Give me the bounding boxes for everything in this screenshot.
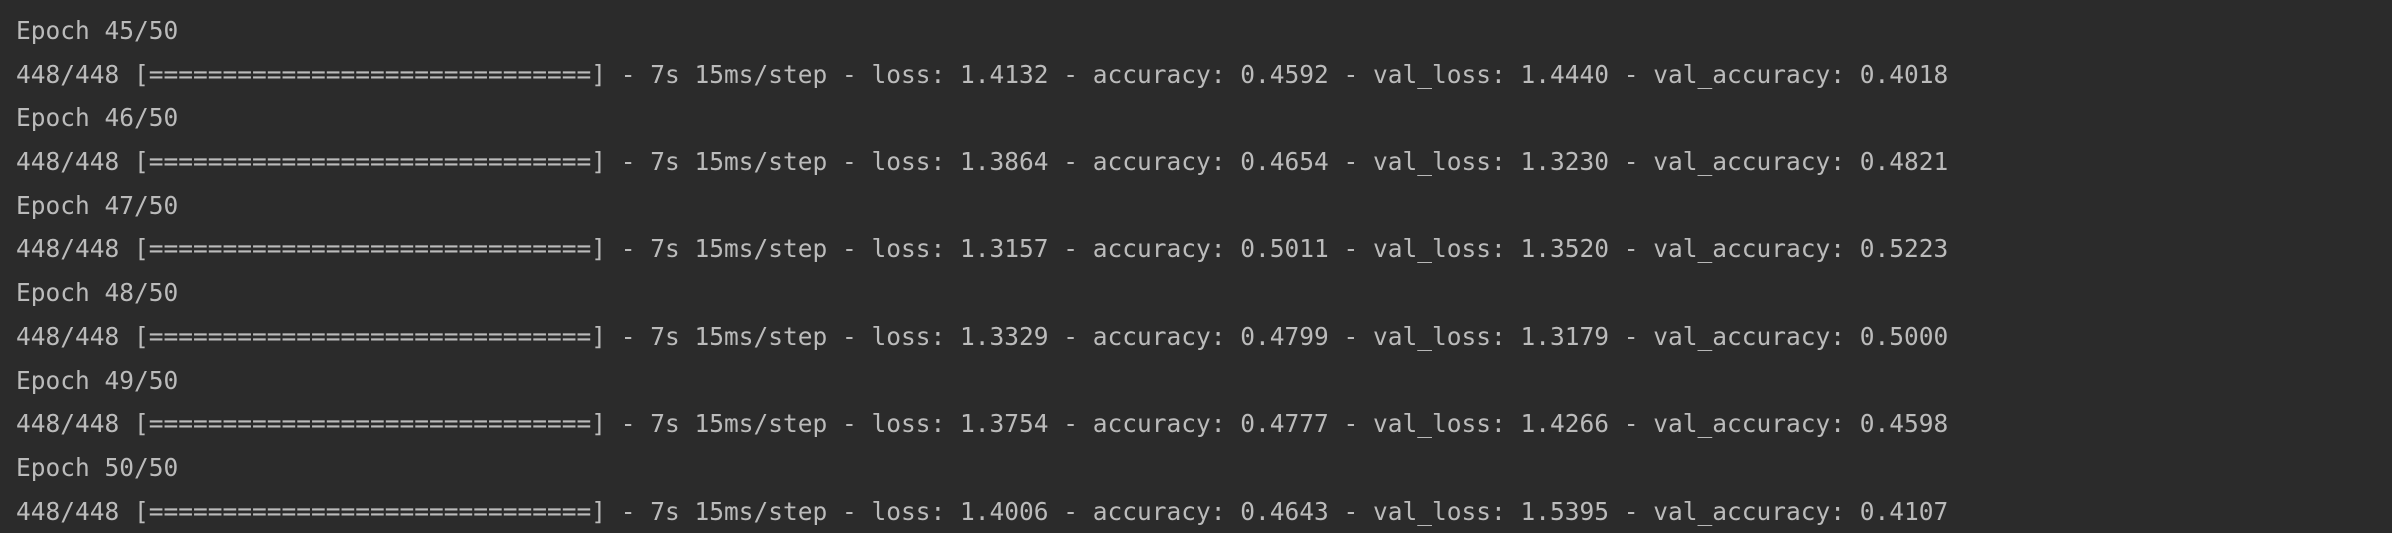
- training-progress-line: 448/448 [==============================]…: [16, 496, 1949, 526]
- epoch-header: Epoch 49/50: [16, 365, 179, 395]
- training-progress-line: 448/448 [==============================]…: [16, 147, 1949, 177]
- console-output[interactable]: Epoch 45/50 448/448 [===================…: [0, 0, 2392, 530]
- epoch-header: Epoch 45/50: [16, 16, 179, 45]
- training-progress-line: 448/448 [==============================]…: [16, 409, 1949, 439]
- epoch-header: Epoch 47/50: [16, 190, 179, 220]
- epoch-header: Epoch 46/50: [16, 103, 179, 133]
- epoch-header: Epoch 48/50: [16, 278, 179, 308]
- training-progress-line: 448/448 [==============================]…: [16, 321, 1949, 351]
- epoch-header: Epoch 50/50: [16, 452, 179, 482]
- training-progress-line: 448/448 [==============================]…: [16, 234, 1949, 264]
- training-progress-line: 448/448 [==============================]…: [16, 59, 1949, 89]
